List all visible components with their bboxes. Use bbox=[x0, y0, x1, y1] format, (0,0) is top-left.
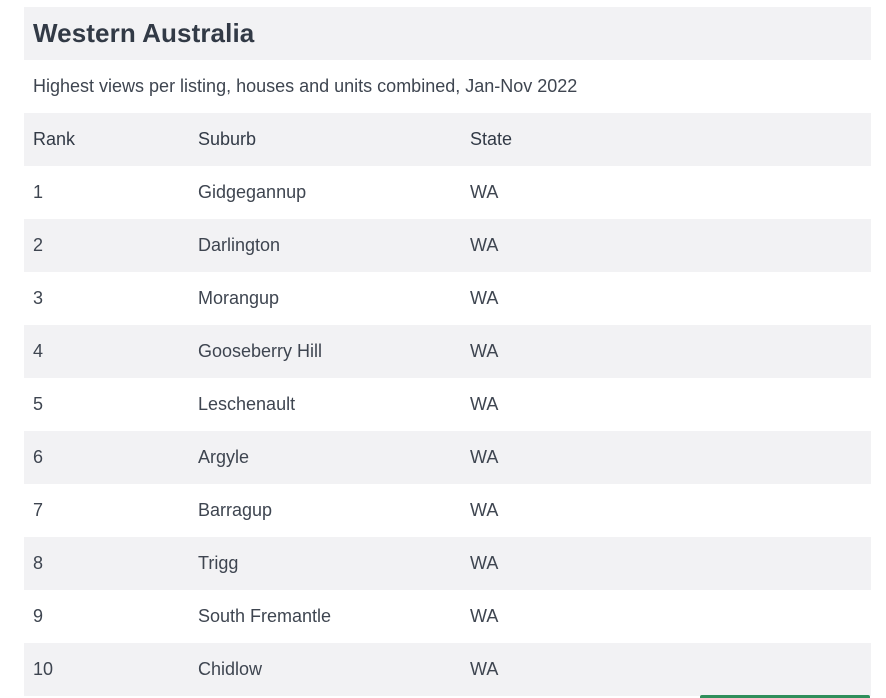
table-title: Western Australia bbox=[33, 18, 255, 48]
state-cell: WA bbox=[470, 606, 499, 626]
suburb-cell: Argyle bbox=[198, 447, 250, 467]
suburb-cell: Gooseberry Hill bbox=[198, 341, 323, 361]
table-row: 9 South Fremantle WA bbox=[24, 590, 871, 643]
table-row: 4 Gooseberry Hill WA bbox=[24, 325, 871, 378]
state-cell: WA bbox=[470, 553, 499, 573]
rank-cell: 6 bbox=[33, 447, 44, 467]
data-table: Western Australia Highest views per list… bbox=[24, 7, 871, 696]
suburb-cell: Trigg bbox=[198, 553, 239, 573]
table-row: 5 Leschenault WA bbox=[24, 378, 871, 431]
table-row: 1 Gidgegannup WA bbox=[24, 166, 871, 219]
column-header-state: State bbox=[470, 129, 513, 149]
rank-cell: 8 bbox=[33, 553, 44, 573]
column-header-rank: Rank bbox=[33, 129, 76, 149]
state-cell: WA bbox=[470, 182, 499, 202]
rank-cell: 1 bbox=[33, 182, 44, 202]
table-subtitle: Highest views per listing, houses and un… bbox=[33, 76, 578, 96]
suburb-cell: Morangup bbox=[198, 288, 280, 308]
column-header-suburb: Suburb bbox=[198, 129, 257, 149]
state-cell: WA bbox=[470, 341, 499, 361]
table-title-bar: Western Australia bbox=[24, 7, 871, 60]
rank-cell: 9 bbox=[33, 606, 44, 626]
state-cell: WA bbox=[470, 447, 499, 467]
suburb-cell: Gidgegannup bbox=[198, 182, 307, 202]
suburb-cell: Chidlow bbox=[198, 659, 263, 679]
state-cell: WA bbox=[470, 500, 499, 520]
state-cell: WA bbox=[470, 288, 499, 308]
state-cell: WA bbox=[470, 394, 499, 414]
rank-cell: 7 bbox=[33, 500, 44, 520]
table-row: 6 Argyle WA bbox=[24, 431, 871, 484]
suburb-cell: Leschenault bbox=[198, 394, 296, 414]
rank-cell: 4 bbox=[33, 341, 44, 361]
table-row: 8 Trigg WA bbox=[24, 537, 871, 590]
table-row: 10 Chidlow WA bbox=[24, 643, 871, 696]
rank-cell: 2 bbox=[33, 235, 44, 255]
rank-cell: 10 bbox=[33, 659, 54, 679]
rank-cell: 5 bbox=[33, 394, 44, 414]
state-cell: WA bbox=[470, 235, 499, 255]
suburb-cell: Barragup bbox=[198, 500, 273, 520]
table-header-row: Rank Suburb State bbox=[24, 113, 871, 166]
table-row: 3 Morangup WA bbox=[24, 272, 871, 325]
table-row: 7 Barragup WA bbox=[24, 484, 871, 537]
table-row: 2 Darlington WA bbox=[24, 219, 871, 272]
state-cell: WA bbox=[470, 659, 499, 679]
rank-cell: 3 bbox=[33, 288, 44, 308]
table-subtitle-bar: Highest views per listing, houses and un… bbox=[24, 60, 871, 113]
suburb-cell: Darlington bbox=[198, 235, 281, 255]
suburb-cell: South Fremantle bbox=[198, 606, 332, 626]
